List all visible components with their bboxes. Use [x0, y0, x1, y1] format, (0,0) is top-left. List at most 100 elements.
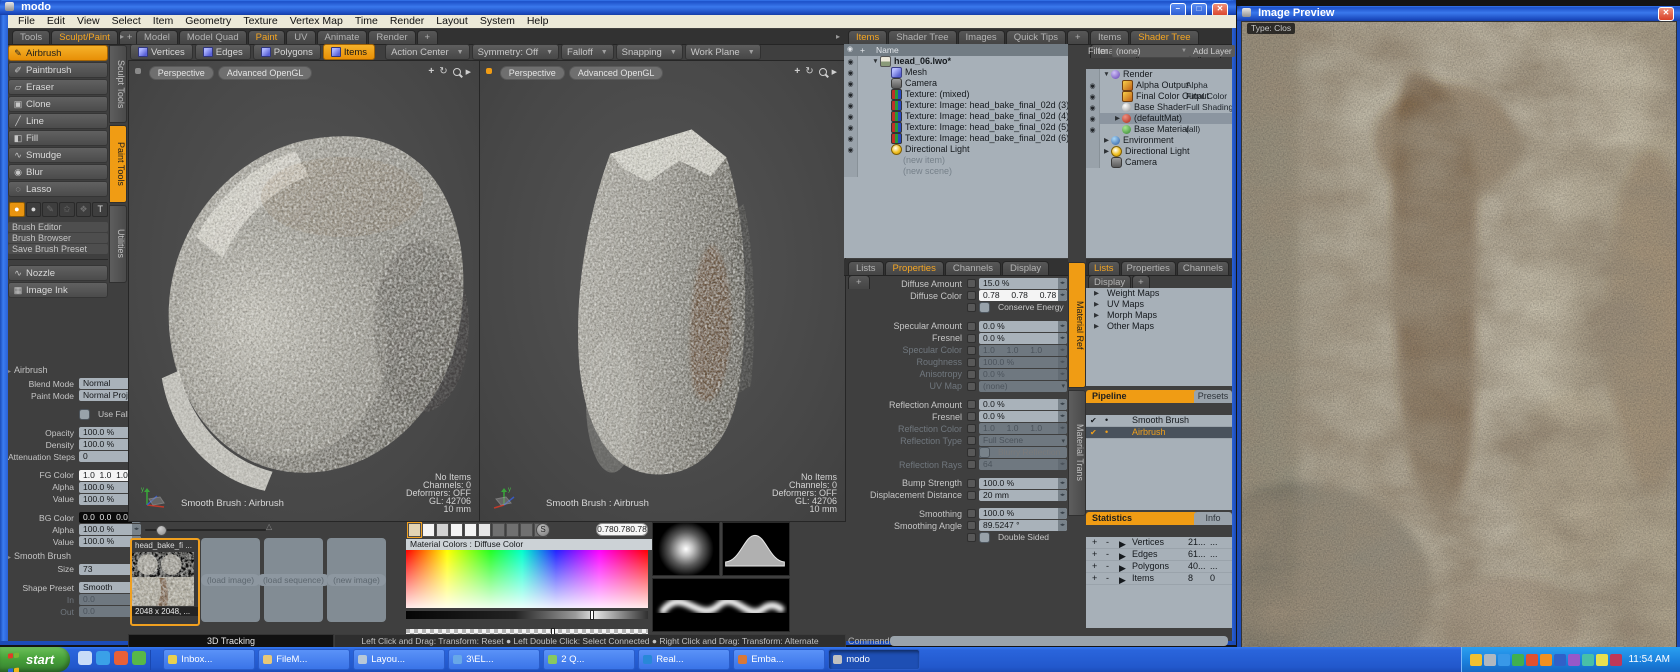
panel-tab[interactable]: Channels	[945, 261, 1001, 275]
channel-toggle[interactable]	[967, 358, 976, 367]
pipeline-row[interactable]: ✔ • Airbrush	[1086, 427, 1232, 439]
expand-icon[interactable]: ▶	[1092, 321, 1101, 332]
spinner[interactable]: ◂▸	[1058, 345, 1067, 356]
tray-icon[interactable]	[1554, 654, 1566, 666]
color-swatch[interactable]	[478, 523, 491, 537]
channel-toggle[interactable]	[967, 400, 976, 409]
item-row[interactable]: ◉ Mesh	[844, 67, 1068, 78]
brush-action-button[interactable]: Brush Browser	[8, 233, 108, 243]
spinner[interactable]: ◂▸	[1058, 411, 1067, 422]
eye-cell[interactable]: ◉	[1086, 113, 1100, 124]
expand-icon[interactable]: ▼	[1102, 69, 1111, 80]
menu-item[interactable]: Edit	[41, 15, 71, 28]
property-field[interactable]: 1.0 1.0 1.0 ◂▸ ▾	[979, 345, 1067, 356]
checkbox[interactable]	[79, 409, 90, 420]
toolbar-dropdown[interactable]: Symmetry: Off▼	[472, 44, 559, 60]
brush-mode-cell[interactable]: ❖	[76, 202, 92, 217]
tool-button[interactable]: ▦Image Ink	[8, 282, 108, 298]
shader-row[interactable]: ◉ ▼ Render	[1086, 69, 1232, 80]
eye-cell[interactable]: ◉	[844, 144, 858, 155]
task-button[interactable]: Emba...	[733, 649, 825, 670]
layout-tab[interactable]: Model	[136, 30, 178, 44]
tool-button[interactable]: ∿Nozzle	[8, 265, 108, 281]
tool-category-tab[interactable]: Paint Tools	[109, 125, 127, 203]
property-field[interactable]: 0.0 % ◂▸ ▾	[979, 411, 1067, 422]
color-value-field[interactable]: 0.780.780.78	[596, 523, 648, 536]
channel-toggle[interactable]	[967, 303, 976, 312]
property-field[interactable]: Conserve Energy ◂▸ ▾	[979, 302, 1067, 313]
viewport-2[interactable]: PerspectiveAdvanced OpenGL + ↻ ▶ y Smoot…	[479, 60, 846, 522]
remove-button[interactable]: -	[1106, 561, 1109, 572]
panel-tab[interactable]: Shader Tree	[888, 30, 956, 44]
visible-dot[interactable]: •	[1105, 427, 1108, 438]
info-tab[interactable]: Info	[1194, 512, 1232, 525]
eye-cell[interactable]: ◉	[1086, 91, 1100, 102]
checkbox[interactable]	[979, 532, 990, 543]
task-button[interactable]: 3\EL...	[448, 649, 540, 670]
add-button[interactable]: +	[1092, 549, 1097, 560]
tray-icon[interactable]	[1596, 654, 1608, 666]
tool-button[interactable]: ✎Airbrush	[8, 45, 108, 61]
expand-icon[interactable]: ▼	[871, 56, 880, 67]
section-header[interactable]: ▸Smooth Brush	[8, 551, 112, 562]
expand-icon[interactable]: ▶	[1092, 288, 1101, 299]
enable-check[interactable]: ✔	[1090, 427, 1097, 438]
tray-icon[interactable]	[1610, 654, 1622, 666]
brush-action-button[interactable]: Brush Editor	[8, 222, 108, 232]
shader-row[interactable]: ◉ Base Material (all)	[1086, 124, 1232, 135]
viewport-mode-pill[interactable]: Perspective	[500, 66, 565, 80]
property-field[interactable]: (none) ◂▸ ▾	[979, 381, 1067, 392]
item-row[interactable]: ◉ Texture: (mixed)	[844, 89, 1068, 100]
viewport-indicator[interactable]	[135, 68, 141, 74]
shader-row[interactable]: ◉ Alpha Output Alpha	[1086, 80, 1232, 91]
brush-mode-cell[interactable]: ✎	[42, 202, 58, 217]
list-row[interactable]: ▶ UV Maps	[1086, 299, 1232, 310]
property-field[interactable]: 100.0 % ◂▸ ▾	[979, 508, 1067, 519]
tool-category-tab[interactable]: Utilities	[109, 205, 127, 283]
eye-cell[interactable]: ◉	[844, 166, 858, 177]
eye-cell[interactable]: ◉	[844, 133, 858, 144]
menu-item[interactable]: File	[12, 15, 41, 28]
channel-toggle[interactable]	[967, 424, 976, 433]
spinner[interactable]: ◂▸	[1058, 459, 1067, 470]
load-sequence-cell[interactable]: (load sequence)	[264, 538, 323, 622]
eye-cell[interactable]: ◉	[1086, 102, 1100, 113]
quick-launch-icon[interactable]	[132, 651, 146, 665]
statistics-row[interactable]: + - ▶ Edges 61... ...	[1086, 549, 1232, 561]
brush-mode-cell[interactable]: ✩	[59, 202, 75, 217]
task-button[interactable]: FileM...	[258, 649, 350, 670]
item-row[interactable]: ◉ (new scene)	[844, 166, 1068, 177]
eye-cell[interactable]: ◉	[844, 67, 858, 78]
new-image-cell[interactable]: (new image)	[327, 538, 386, 622]
toolbar-dropdown[interactable]: Falloff▼	[561, 44, 614, 60]
channel-toggle[interactable]	[967, 491, 976, 500]
panel-tab[interactable]: Lists	[848, 261, 884, 275]
property-field[interactable]: 15.0 % ◂▸ ▾	[979, 278, 1067, 289]
spinner[interactable]: ◂▸	[1058, 490, 1067, 501]
channel-toggle[interactable]	[967, 533, 976, 542]
item-row[interactable]: ◉ Texture: Image: head_bake_final_02d (6…	[844, 133, 1068, 144]
expand-icon[interactable]: ▶	[1092, 310, 1101, 321]
item-row[interactable]: ◉ ▼ head_06.lwo*	[844, 56, 1068, 67]
menu-item[interactable]: System	[474, 15, 521, 28]
remove-button[interactable]: -	[1106, 537, 1109, 548]
preview-titlebar[interactable]: Image Preview ✕	[1237, 6, 1680, 21]
eye-cell[interactable]: ◉	[1086, 135, 1100, 146]
eye-cell[interactable]: ◉	[1086, 157, 1100, 168]
start-button[interactable]: start	[0, 647, 70, 672]
panel-tab[interactable]: Items	[848, 30, 887, 44]
viewport-indicator[interactable]	[486, 68, 492, 74]
shader-row[interactable]: ◉ ▶ (defaultMat)	[1086, 113, 1232, 124]
remove-button[interactable]: -	[1106, 573, 1109, 584]
orbit-icon[interactable]: ↻	[805, 66, 813, 77]
layout-tab[interactable]: Tools	[12, 30, 50, 44]
item-row[interactable]: ◉ Texture: Image: head_bake_final_02d (5…	[844, 122, 1068, 133]
channel-toggle[interactable]	[967, 279, 976, 288]
tool-button[interactable]: ✐Paintbrush	[8, 62, 108, 78]
eye-cell[interactable]: ◉	[1086, 124, 1100, 135]
color-swatch[interactable]	[422, 523, 435, 537]
channel-toggle[interactable]	[967, 334, 976, 343]
channel-toggle[interactable]	[967, 291, 976, 300]
channel-toggle[interactable]	[967, 479, 976, 488]
tray-icon[interactable]	[1470, 654, 1482, 666]
